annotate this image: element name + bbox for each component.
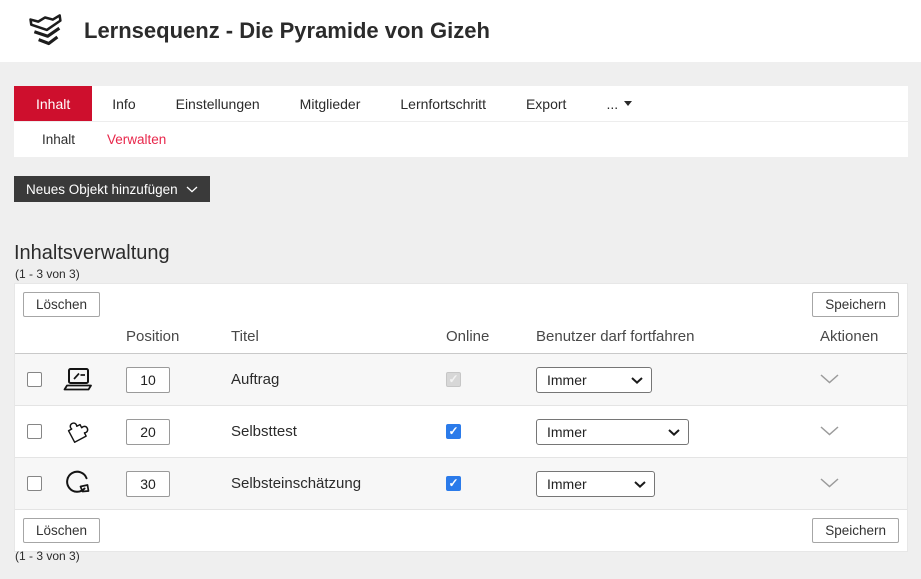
tab-info[interactable]: Info <box>92 86 155 121</box>
row-select-checkbox[interactable] <box>27 476 42 491</box>
tab-label: ... <box>606 96 618 112</box>
tab-mitglieder[interactable]: Mitglieder <box>280 86 381 121</box>
column-header-title: Titel <box>221 328 437 345</box>
tab-more-dropdown[interactable]: ... <box>586 86 652 121</box>
position-input[interactable] <box>126 471 170 497</box>
add-object-label: Neues Objekt hinzufügen <box>26 182 178 197</box>
tab-label: Mitglieder <box>300 96 361 112</box>
online-checkbox <box>446 372 461 387</box>
table-row: Auftrag Immer <box>15 353 907 405</box>
subtab-verwalten[interactable]: Verwalten <box>107 132 166 147</box>
proceed-select[interactable]: Immer <box>536 419 689 445</box>
row-actions-chevron-icon[interactable] <box>820 426 839 436</box>
column-header-proceed: Benutzer darf fortfahren <box>527 328 797 345</box>
tab-bar: Inhalt Info Einstellungen Mitglieder Ler… <box>14 86 908 121</box>
tab-label: Inhalt <box>36 96 70 112</box>
proceed-select[interactable]: Immer <box>536 367 652 393</box>
row-actions-chevron-icon[interactable] <box>820 478 839 488</box>
table-toolbar-top: Löschen Speichern <box>15 284 907 325</box>
save-button[interactable]: Speichern <box>812 518 899 543</box>
proceed-select[interactable]: Immer <box>536 471 655 497</box>
delete-button[interactable]: Löschen <box>23 518 100 543</box>
subtab-inhalt[interactable]: Inhalt <box>42 132 75 147</box>
page-header: Lernsequenz - Die Pyramide von Gizeh <box>0 0 921 62</box>
row-select-checkbox[interactable] <box>27 372 42 387</box>
chevron-down-icon <box>186 186 198 193</box>
row-actions-chevron-icon[interactable] <box>820 374 839 384</box>
position-input[interactable] <box>126 367 170 393</box>
position-input[interactable] <box>126 419 170 445</box>
online-checkbox[interactable] <box>446 476 461 491</box>
subtab-bar: Inhalt Verwalten <box>14 121 908 157</box>
online-checkbox[interactable] <box>446 424 461 439</box>
content-table-panel: Löschen Speichern Position Titel Online … <box>14 283 908 552</box>
tab-label: Einstellungen <box>176 96 260 112</box>
survey-icon <box>55 470 101 498</box>
tab-inhalt[interactable]: Inhalt <box>14 86 92 121</box>
delete-button[interactable]: Löschen <box>23 292 100 317</box>
row-select-checkbox[interactable] <box>27 424 42 439</box>
section-heading: Inhaltsverwaltung <box>14 242 170 265</box>
learning-sequence-icon <box>26 9 68 53</box>
tab-label: Info <box>112 96 135 112</box>
tab-einstellungen[interactable]: Einstellungen <box>156 86 280 121</box>
range-info-bottom: (1 - 3 von 3) <box>15 549 80 563</box>
tab-label: Export <box>526 96 566 112</box>
table-header-row: Position Titel Online Benutzer darf fort… <box>15 325 907 353</box>
range-info-top: (1 - 3 von 3) <box>15 267 80 281</box>
exercise-icon <box>55 366 101 393</box>
row-title: Auftrag <box>221 371 437 388</box>
table-row: Selbsttest Immer <box>15 405 907 457</box>
column-header-actions: Aktionen <box>797 328 907 345</box>
table-toolbar-bottom: Löschen Speichern <box>15 509 907 551</box>
tab-export[interactable]: Export <box>506 86 586 121</box>
save-button[interactable]: Speichern <box>812 292 899 317</box>
test-icon <box>55 417 101 447</box>
column-header-online: Online <box>437 328 527 345</box>
page-title: Lernsequenz - Die Pyramide von Gizeh <box>84 18 490 44</box>
row-title: Selbsttest <box>221 423 437 440</box>
caret-down-icon <box>624 101 632 106</box>
row-title: Selbsteinschätzung <box>221 475 437 492</box>
add-object-button[interactable]: Neues Objekt hinzufügen <box>14 176 210 202</box>
table-row: Selbsteinschätzung Immer <box>15 457 907 509</box>
tab-label: Lernfortschritt <box>400 96 486 112</box>
tab-lernfortschritt[interactable]: Lernfortschritt <box>380 86 506 121</box>
column-header-position: Position <box>101 328 221 345</box>
